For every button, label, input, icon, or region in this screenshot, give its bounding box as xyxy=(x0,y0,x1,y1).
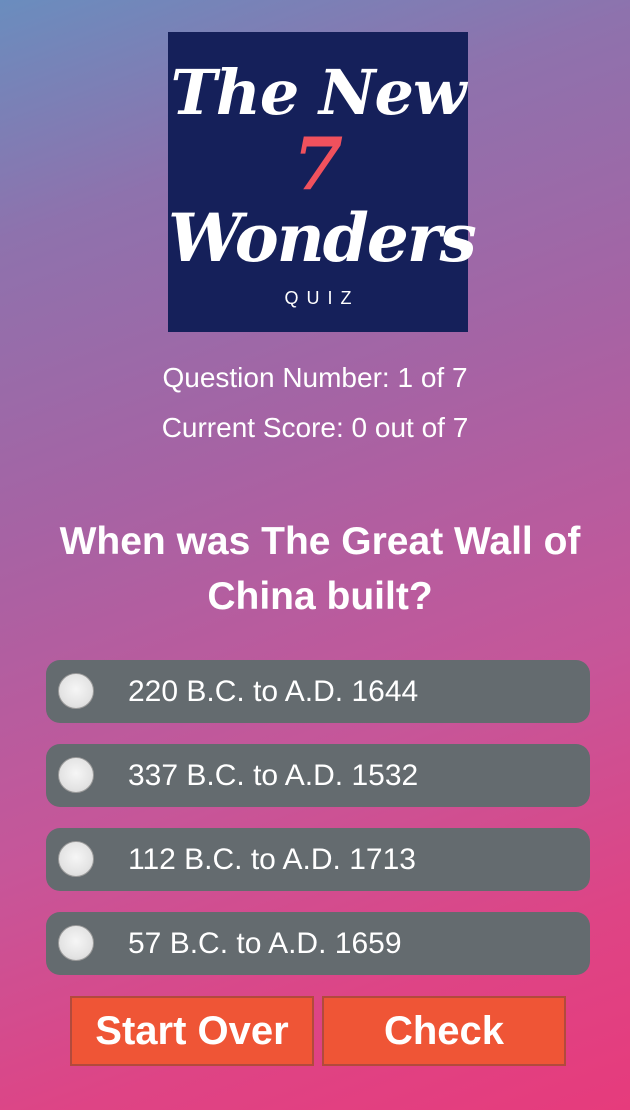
start-over-button[interactable]: Start Over xyxy=(70,996,314,1066)
answer-option-label: 337 B.C. to A.D. 1532 xyxy=(128,759,419,792)
question-number-text: Question Number: 1 of 7 xyxy=(162,362,468,393)
radio-button[interactable] xyxy=(58,673,94,709)
answer-options: 220 B.C. to A.D. 1644 337 B.C. to A.D. 1… xyxy=(46,660,590,996)
radio-button[interactable] xyxy=(58,925,94,961)
answer-option[interactable]: 337 B.C. to A.D. 1532 xyxy=(46,744,590,807)
current-score-text: Current Score: 0 out of 7 xyxy=(161,412,469,443)
answer-option[interactable]: 220 B.C. to A.D. 1644 xyxy=(46,660,590,723)
logo-number: 7 xyxy=(292,121,344,206)
answer-option[interactable]: 57 B.C. to A.D. 1659 xyxy=(46,912,590,975)
logo-title-line1: The New xyxy=(170,56,467,129)
answer-option-label: 112 B.C. to A.D. 1713 xyxy=(128,843,416,876)
check-button[interactable]: Check xyxy=(322,996,566,1066)
answer-option-label: 57 B.C. to A.D. 1659 xyxy=(128,927,402,960)
logo-title-line2: Wonders xyxy=(168,199,477,277)
question-text: When was The Great Wall of China built? xyxy=(59,520,581,618)
quiz-logo: The New 7 Wonders QUIZ xyxy=(168,32,477,332)
radio-button[interactable] xyxy=(58,841,94,877)
logo-subtitle: QUIZ xyxy=(284,288,360,308)
answer-option-label: 220 B.C. to A.D. 1644 xyxy=(128,675,419,708)
radio-button[interactable] xyxy=(58,757,94,793)
answer-option[interactable]: 112 B.C. to A.D. 1713 xyxy=(46,828,590,891)
